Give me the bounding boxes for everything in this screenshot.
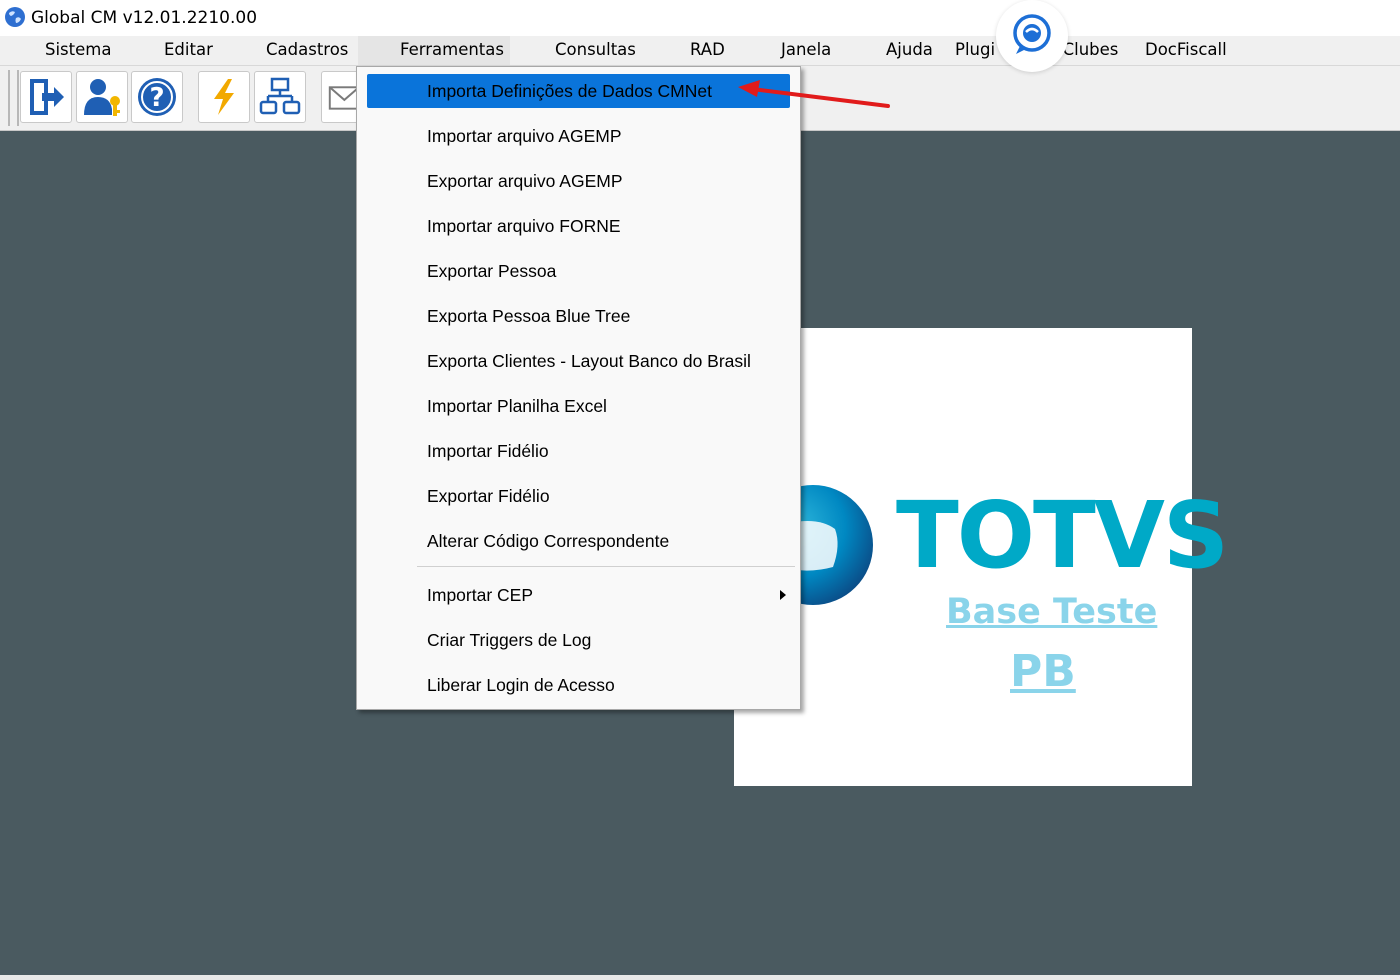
svg-text:?: ? [149, 83, 164, 113]
menu-item-exportar-fidelio[interactable]: Exportar Fidélio [357, 479, 800, 513]
exit-door-icon [30, 79, 64, 115]
toolbar-grip[interactable] [8, 70, 19, 126]
menu-consultas[interactable]: Consultas [543, 36, 648, 65]
menu-item-liberar-login-acesso[interactable]: Liberar Login de Acesso [357, 668, 800, 702]
menu-ajuda[interactable]: Ajuda [874, 36, 945, 65]
user-access-button[interactable] [76, 71, 128, 123]
window-bottom-edge [0, 975, 1400, 980]
menu-item-importa-definicoes-cmnet[interactable]: Importa Definições de Dados CMNet [367, 74, 790, 108]
logo-panel: TOTVS Base Teste PB [734, 328, 1229, 786]
window-title: Global CM v12.01.2210.00 [31, 8, 258, 28]
menu-sistema[interactable]: Sistema [33, 36, 123, 65]
help-icon: ? [138, 78, 176, 116]
environment-code: PB [1010, 646, 1076, 697]
menu-item-criar-triggers-log[interactable]: Criar Triggers de Log [357, 623, 800, 657]
chat-bubble-icon [1013, 14, 1051, 54]
help-button[interactable]: ? [131, 71, 183, 123]
annotation-arrow-icon [738, 80, 890, 108]
menu-item-importar-planilha-excel[interactable]: Importar Planilha Excel [357, 389, 800, 423]
menu-item-importar-cep[interactable]: Importar CEP [357, 578, 800, 612]
menu-item-label: Importar CEP [427, 585, 533, 605]
totvs-logo-icon [789, 485, 873, 605]
submenu-arrow-icon [780, 590, 786, 600]
globe-icon [5, 7, 25, 27]
menu-item-importar-agemp[interactable]: Importar arquivo AGEMP [357, 119, 800, 153]
environment-label: Base Teste [946, 592, 1158, 632]
menu-item-importar-forne[interactable]: Importar arquivo FORNE [357, 209, 800, 243]
menu-rad[interactable]: RAD [678, 36, 737, 65]
user-key-icon [84, 79, 120, 116]
menu-item-importar-fidelio[interactable]: Importar Fidélio [357, 434, 800, 468]
menu-docfiscall[interactable]: DocFiscall [1133, 36, 1239, 65]
chat-assistant-button[interactable] [996, 0, 1068, 72]
menu-item-exporta-pessoa-blue-tree[interactable]: Exporta Pessoa Blue Tree [357, 299, 800, 333]
menu-item-exporta-clientes-bb[interactable]: Exporta Clientes - Layout Banco do Brasi… [357, 344, 800, 378]
menu-bar: Sistema Editar Cadastros Ferramentas Con… [0, 36, 1400, 66]
mail-button[interactable] [321, 71, 357, 123]
lightning-icon [214, 79, 234, 115]
menu-cadastros[interactable]: Cadastros [254, 36, 360, 65]
ferramentas-dropdown: Importa Definições de Dados CMNet Import… [356, 66, 801, 710]
menu-item-exportar-agemp[interactable]: Exportar arquivo AGEMP [357, 164, 800, 198]
structure-button[interactable] [254, 71, 306, 123]
totvs-brand: TOTVS [896, 482, 1229, 589]
exit-button[interactable] [20, 71, 72, 123]
title-bar: Global CM v12.01.2210.00 [0, 0, 1400, 36]
quick-action-button[interactable] [198, 71, 250, 123]
menu-separator [417, 566, 795, 567]
menu-item-alterar-codigo-correspondente[interactable]: Alterar Código Correspondente [357, 524, 800, 558]
menu-editar[interactable]: Editar [152, 36, 225, 65]
org-chart-icon [259, 77, 301, 115]
menu-janela[interactable]: Janela [769, 36, 843, 65]
menu-ferramentas[interactable]: Ferramentas [358, 36, 510, 65]
envelope-icon [328, 86, 357, 110]
menu-item-exportar-pessoa[interactable]: Exportar Pessoa [357, 254, 800, 288]
